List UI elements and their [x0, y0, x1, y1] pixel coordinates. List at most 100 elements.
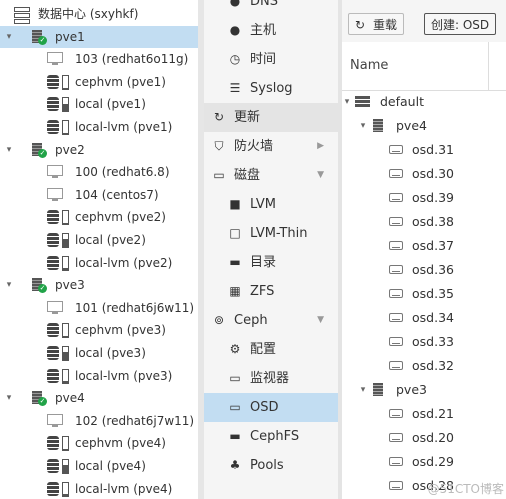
node-label: pve4 — [55, 391, 85, 406]
menu-item-ceph[interactable]: ⊚ Ceph ▼ — [204, 306, 338, 335]
osd-root-default[interactable]: ▾ default — [342, 90, 506, 114]
osd-item[interactable]: osd.29 — [342, 450, 506, 474]
reload-button[interactable]: ↻ 重载 — [348, 13, 404, 35]
storage-icon — [47, 481, 75, 497]
expand-toggle[interactable]: ▾ — [342, 90, 352, 114]
osd-host-pve4[interactable]: ▾ pve4 — [342, 114, 506, 138]
tree-storage[interactable]: cephvm (pve3) — [0, 319, 198, 341]
osd-item[interactable]: osd.34 — [342, 306, 506, 330]
tree-storage[interactable]: local (pve4) — [0, 455, 198, 477]
expand-toggle[interactable]: ▾ — [358, 378, 368, 402]
hdd-icon — [389, 265, 403, 274]
vm-icon — [47, 187, 63, 201]
menu-item-osd[interactable]: ▭ OSD — [204, 393, 338, 422]
create-osd-button[interactable]: 创建: OSD — [424, 13, 496, 35]
tree-storage[interactable]: local-lvm (pve2) — [0, 252, 198, 274]
osd-item[interactable]: osd.38 — [342, 210, 506, 234]
monitor-stand — [52, 176, 58, 179]
menu-item-更新[interactable]: ↻ 更新 — [204, 103, 338, 132]
osd-item[interactable]: osd.37 — [342, 234, 506, 258]
tree-storage[interactable]: local (pve2) — [0, 229, 198, 251]
osd-host-pve3[interactable]: ▾ pve3 — [342, 378, 506, 402]
tree-storage[interactable]: local-lvm (pve1) — [0, 116, 198, 138]
menu-item-配置[interactable]: ⚙ 配置 — [204, 335, 338, 364]
expand-toggle[interactable]: ▾ — [4, 139, 14, 161]
tree-storage[interactable]: local (pve1) — [0, 93, 198, 115]
expand-toggle[interactable]: ▾ — [4, 26, 14, 48]
menu-item-目录[interactable]: ▬ 目录 — [204, 248, 338, 277]
tree-node-pve4[interactable]: ▾ ✓ pve4 — [0, 387, 198, 409]
menu-item-label: LVM-Thin — [250, 226, 308, 241]
tree-vm[interactable]: 103 (redhat6o11g) — [0, 48, 198, 70]
tree-item-label: local-lvm (pve2) — [75, 255, 173, 270]
menu-item-监视器[interactable]: ▭ 监视器 — [204, 364, 338, 393]
tree-storage[interactable]: cephvm (pve4) — [0, 432, 198, 454]
tree-vm[interactable]: 101 (redhat6j6w11) — [0, 297, 198, 319]
hdd-icon — [389, 361, 403, 370]
storage-icon — [47, 459, 75, 474]
osd-item[interactable]: osd.33 — [342, 330, 506, 354]
menu-item-pools[interactable]: ♣ Pools — [204, 451, 338, 480]
tree-storage[interactable]: local-lvm (pve3) — [0, 365, 198, 387]
menu-item-时间[interactable]: ◷ 时间 — [204, 45, 338, 74]
database-icon — [47, 255, 59, 270]
tree-node-pve1[interactable]: ▾ ✓ pve1 — [0, 25, 198, 48]
menu-item-zfs[interactable]: ▦ ZFS — [204, 277, 338, 306]
storage-icon — [47, 368, 75, 384]
tree-item-label: 103 (redhat6o11g) — [75, 52, 189, 67]
check-icon: ✓ — [38, 148, 47, 158]
usage-bar — [62, 233, 69, 248]
hdd-icon: ▭ — [213, 168, 225, 182]
chevron-down-icon[interactable]: ▼ — [317, 161, 324, 190]
tree-item-label: cephvm (pve2) — [75, 210, 166, 225]
chevron-right-icon[interactable]: ▶ — [317, 132, 324, 161]
osd-item[interactable]: osd.35 — [342, 282, 506, 306]
hdd-icon — [389, 169, 403, 178]
chevron-down-icon[interactable]: ▼ — [317, 306, 324, 335]
osd-item[interactable]: osd.31 — [342, 138, 506, 162]
node-online-icon: ✓ — [31, 391, 47, 407]
node-label: pve2 — [55, 142, 85, 157]
menu-item-cephfs[interactable]: ▬ CephFS — [204, 422, 338, 451]
tree-vm[interactable]: 102 (redhat6j7w11) — [0, 410, 198, 432]
tree-storage[interactable]: cephvm (pve1) — [0, 71, 198, 93]
osd-item[interactable]: osd.21 — [342, 402, 506, 426]
menu-item-lvm-thin[interactable]: □ LVM-Thin — [204, 219, 338, 248]
tree-item-label: local (pve4) — [75, 459, 146, 473]
square-icon: ■ — [229, 197, 241, 211]
menu-item-dns[interactable]: ● DNS — [204, 0, 338, 16]
expand-toggle[interactable]: ▾ — [358, 114, 368, 138]
osd-label: osd.21 — [412, 406, 454, 421]
tree-storage[interactable]: cephvm (pve2) — [0, 206, 198, 228]
tree-item-label: local-lvm (pve4) — [75, 481, 173, 496]
menu-item-label: 防火墙 — [234, 139, 274, 154]
database-icon — [47, 323, 59, 338]
expand-toggle[interactable]: ▾ — [4, 387, 14, 409]
usage-fill — [63, 352, 68, 360]
menu-item-防火墙[interactable]: ⛉ 防火墙 ▶ — [204, 132, 338, 161]
osd-label: osd.20 — [412, 430, 454, 445]
tree-storage[interactable]: local (pve3) — [0, 342, 198, 364]
monitor-screen — [47, 300, 63, 312]
name-column-header[interactable]: Name — [350, 42, 388, 90]
menu-item-主机[interactable]: ● 主机 — [204, 16, 338, 45]
database-icon — [47, 233, 59, 247]
menu-item-syslog[interactable]: ☰ Syslog — [204, 74, 338, 103]
tree-storage[interactable]: local-lvm (pve4) — [0, 478, 198, 499]
check-icon: ✓ — [38, 35, 47, 45]
tree-node-pve2[interactable]: ▾ ✓ pve2 — [0, 139, 198, 161]
tree-node-pve3[interactable]: ▾ ✓ pve3 — [0, 274, 198, 296]
expand-toggle[interactable]: ▾ — [4, 274, 14, 296]
osd-item[interactable]: osd.36 — [342, 258, 506, 282]
menu-item-磁盘[interactable]: ▭ 磁盘 ▼ — [204, 161, 338, 190]
tree-vm[interactable]: 104 (centos7) — [0, 184, 198, 206]
tree-row[interactable]: 数据中心 (sxyhkf) — [0, 3, 198, 25]
menu-item-lvm[interactable]: ■ LVM — [204, 190, 338, 219]
osd-item[interactable]: osd.32 — [342, 354, 506, 378]
osd-item[interactable]: osd.20 — [342, 426, 506, 450]
menu-item-label: 监视器 — [250, 371, 290, 386]
folder-icon: ▬ — [229, 255, 241, 269]
osd-item[interactable]: osd.39 — [342, 186, 506, 210]
tree-vm[interactable]: 100 (redhat6.8) — [0, 161, 198, 183]
osd-item[interactable]: osd.30 — [342, 162, 506, 186]
